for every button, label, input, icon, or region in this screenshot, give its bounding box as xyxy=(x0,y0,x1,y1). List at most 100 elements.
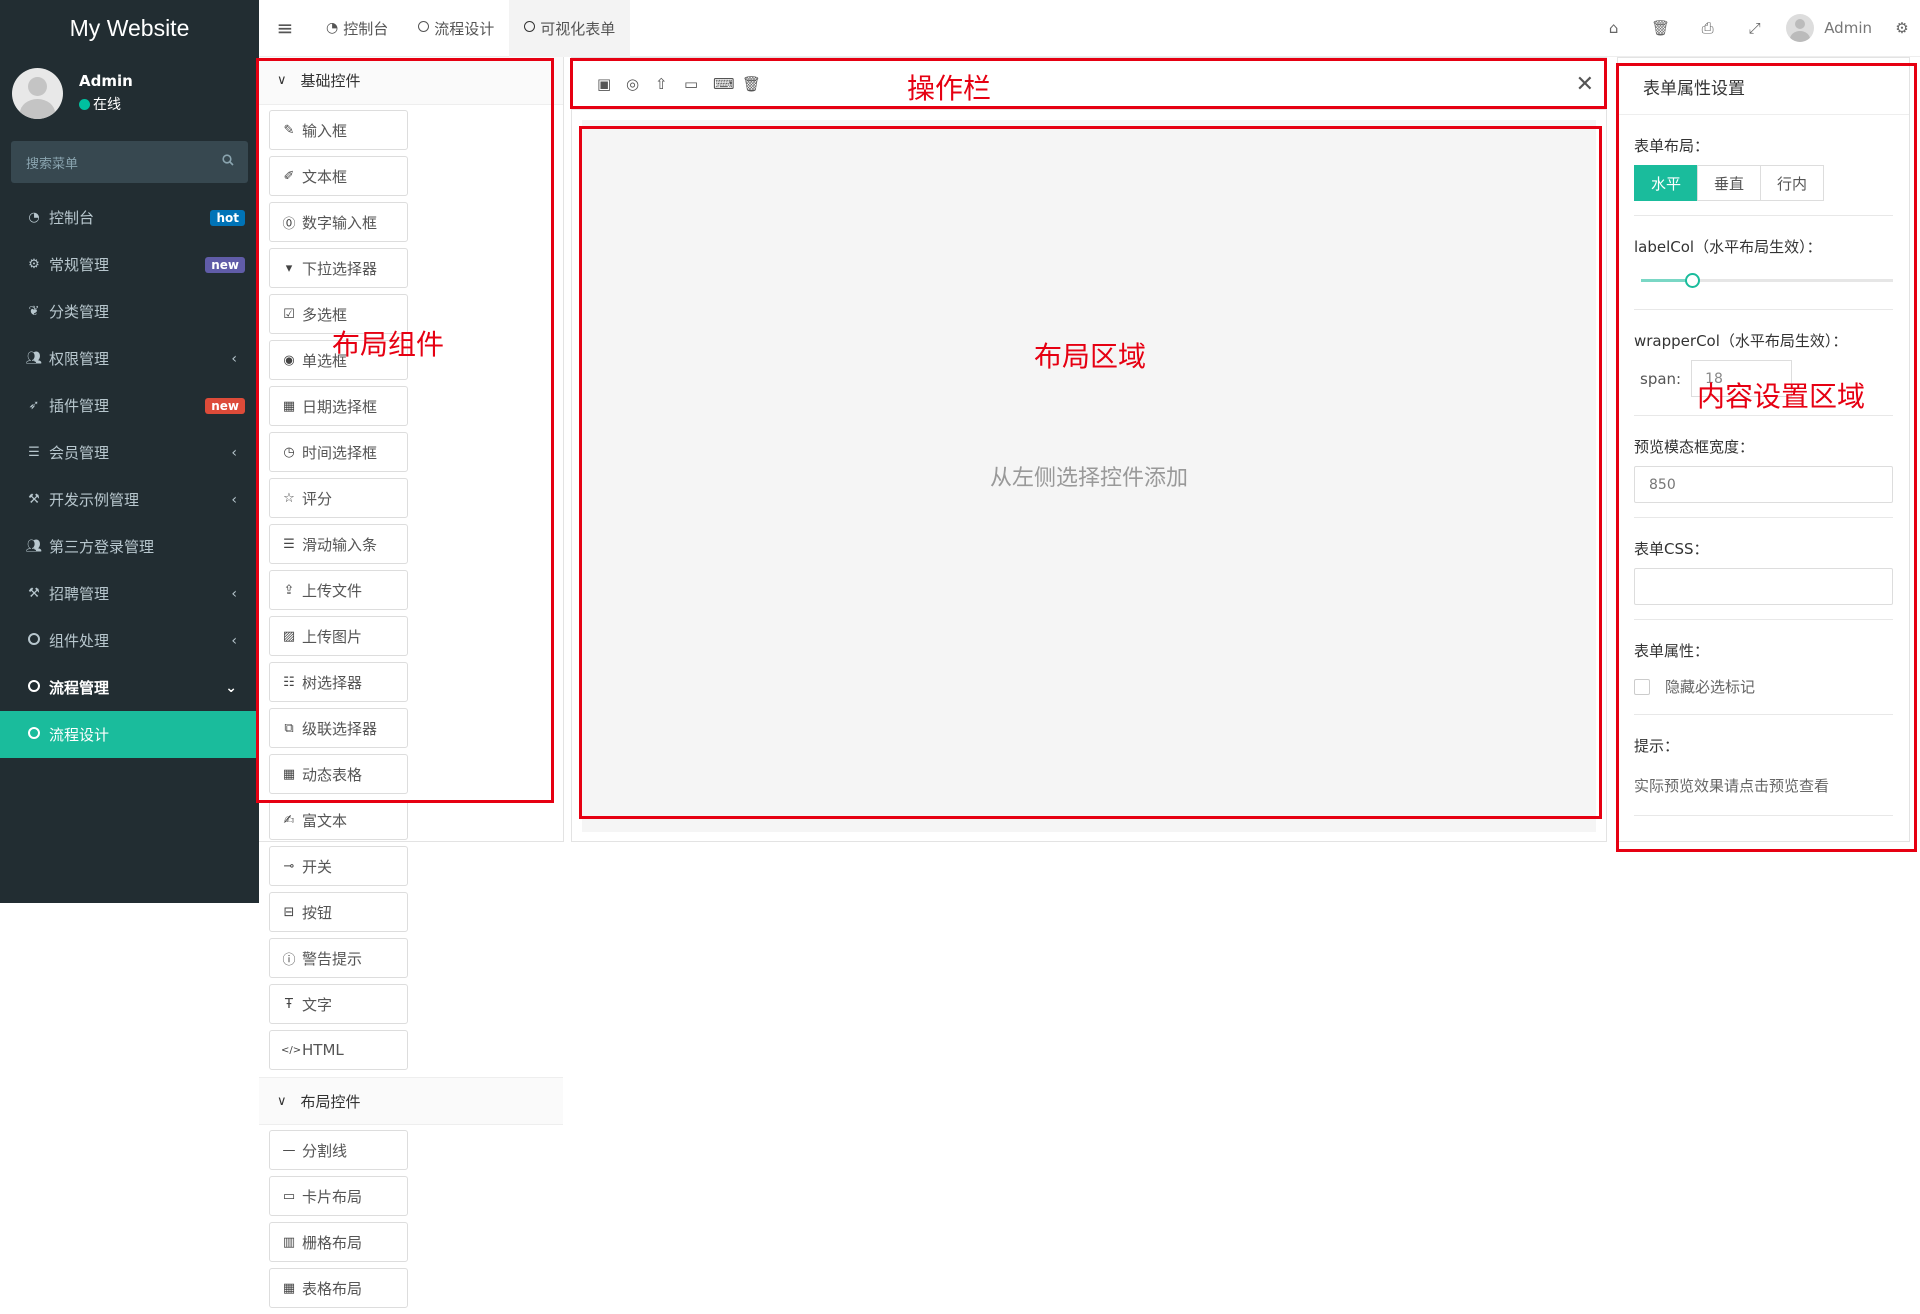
tab-process-design[interactable]: 流程设计 xyxy=(403,0,509,57)
component-label: HTML xyxy=(302,1041,344,1059)
sidebar-item-7[interactable]: 👥︎ 第三方登录管理 xyxy=(0,523,259,570)
sidebar-item-label: 开发示例管理 xyxy=(49,491,140,509)
sidebar-item-0[interactable]: ◔ 控制台 hot xyxy=(0,194,259,241)
component-button-button[interactable]: ⊟ 按钮 xyxy=(269,892,408,932)
sidebar-item-label: 第三方登录管理 xyxy=(49,538,155,556)
sidebar-item-3[interactable]: 👥︎ 权限管理 ‹ xyxy=(0,335,259,382)
annotation-box-components xyxy=(256,58,554,803)
sidebar-item-label: 分类管理 xyxy=(49,303,110,321)
group-title: 布局控件 xyxy=(300,1092,361,1111)
layout-controls-header[interactable]: ∨ 布局控件 xyxy=(259,1077,563,1125)
grid-layout-icon: ▥ xyxy=(282,1234,296,1250)
sidebar-item-2[interactable]: ❦ 分类管理 xyxy=(0,288,259,335)
alert-icon: ⓘ xyxy=(282,952,296,968)
sidebar: My Website Admin 在线 搜索菜单 ◔ 控制台 hot ⚙ 常规管理 new… xyxy=(0,0,259,903)
button-icon: ⊟ xyxy=(283,904,295,920)
sidebar-item-4[interactable]: ➶ 插件管理 new xyxy=(0,382,259,429)
search-placeholder: 搜索菜单 xyxy=(26,156,79,172)
chevron-down-icon: ∨ xyxy=(277,1093,287,1109)
list-icon: ☰ xyxy=(28,445,40,460)
trash-icon[interactable]: 🗑︎ xyxy=(1637,19,1684,37)
component-alert-button[interactable]: ⓘ 警告提示 xyxy=(269,938,408,978)
annotation-label-toolbar: 操作栏 xyxy=(907,72,992,105)
component-table-layout-button[interactable]: ▦ 表格布局 xyxy=(269,1268,408,1308)
component-label: 分割线 xyxy=(302,1141,348,1160)
settings-icon[interactable]: ⚙ xyxy=(1884,19,1920,37)
user-panel: Admin 在线 xyxy=(0,57,259,129)
circle-icon xyxy=(524,20,536,36)
component-label: 卡片布局 xyxy=(302,1187,363,1206)
component-label: 开关 xyxy=(302,857,333,876)
circle-icon xyxy=(25,632,43,649)
chevron-icon: ‹ xyxy=(231,632,237,649)
component-text-button[interactable]: Ŧ 文字 xyxy=(269,984,408,1024)
switch-icon: ⊸ xyxy=(283,858,295,874)
tab-label: 可视化表单 xyxy=(540,19,616,38)
topbar-user-menu[interactable]: Admin xyxy=(1786,14,1872,42)
circle-icon xyxy=(25,726,43,743)
top-navbar: ≡ ◔ 控制台 流程设计 可视化表单 ⌂ 🗑︎ ⎙ ⤢ Admin ⚙ xyxy=(259,0,1920,57)
component-label: 表格布局 xyxy=(302,1279,363,1298)
component-label: 文字 xyxy=(302,995,333,1014)
tab-label: 控制台 xyxy=(343,19,389,38)
sidebar-item-8[interactable]: ⚒ 招聘管理 ‹ xyxy=(0,570,259,617)
sidebar-menu: ◔ 控制台 hot ⚙ 常规管理 new ❦ 分类管理 👥︎ 权限管理 ‹ ➶ 插件管理 new ☰ 会员管理… xyxy=(0,194,259,758)
sidebar-item-6[interactable]: ⚒ 开发示例管理 ‹ xyxy=(0,476,259,523)
sidebar-item-label: 常规管理 xyxy=(49,256,110,274)
annotation-box-layout-area xyxy=(579,126,1602,819)
annotation-label-settings: 内容设置区域 xyxy=(1697,380,1866,413)
component-rich-text-button[interactable]: ✍ 富文本 xyxy=(269,800,408,840)
component-card-layout-button[interactable]: ▭ 卡片布局 xyxy=(269,1176,408,1216)
users-icon: 👥︎ xyxy=(25,539,43,554)
sidebar-item-11[interactable]: 流程设计 xyxy=(0,711,259,758)
component-html-button[interactable]: </> HTML xyxy=(269,1030,408,1070)
annotation-label-components: 布局组件 xyxy=(332,328,445,361)
home-icon[interactable]: ⌂ xyxy=(1590,19,1637,37)
sidebar-item-5[interactable]: ☰ 会员管理 ‹ xyxy=(0,429,259,476)
chevron-icon: ⌄ xyxy=(225,679,237,696)
tab-dashboard[interactable]: ◔ 控制台 xyxy=(311,0,403,57)
menu-search-input[interactable]: 搜索菜单 xyxy=(11,141,248,183)
layout-controls-grid: — 分割线 ▭ 卡片布局 ▥ 栅格布局 ▦ 表格布局 xyxy=(259,1125,563,1314)
search-icon[interactable] xyxy=(222,154,234,170)
sidebar-item-label: 控制台 xyxy=(49,209,95,227)
user-name: Admin xyxy=(79,72,133,90)
component-grid-layout-button[interactable]: ▥ 栅格布局 xyxy=(269,1222,408,1262)
sidebar-item-label: 权限管理 xyxy=(49,350,110,368)
sidebar-item-9[interactable]: 组件处理 ‹ xyxy=(0,617,259,664)
fullscreen-icon[interactable]: ⤢ xyxy=(1731,19,1778,37)
tab-label: 流程设计 xyxy=(434,19,495,38)
avatar xyxy=(12,67,63,119)
dashboard-icon: ◔ xyxy=(326,20,339,36)
dashboard-icon: ◔ xyxy=(28,210,40,225)
menu-badge: new xyxy=(205,256,245,273)
component-divider-button[interactable]: — 分割线 xyxy=(269,1130,408,1170)
circle-icon xyxy=(418,20,430,36)
sidebar-item-1[interactable]: ⚙ 常规管理 new xyxy=(0,241,259,288)
chevron-icon: ‹ xyxy=(231,491,237,508)
chevron-icon: ‹ xyxy=(231,585,237,602)
magic-icon: ⚒ xyxy=(28,586,40,601)
annotation-box-settings xyxy=(1616,63,1917,852)
annotation-label-layout-area: 布局区域 xyxy=(1034,340,1147,373)
sidebar-item-label: 流程管理 xyxy=(49,679,110,697)
status-text: 在线 xyxy=(93,97,121,113)
magic-icon: ⚒ xyxy=(28,492,40,507)
hamburger-icon[interactable]: ≡ xyxy=(259,16,311,40)
leaf-icon: ❦ xyxy=(28,304,40,319)
sidebar-item-10[interactable]: 流程管理 ⌄ xyxy=(0,664,259,711)
component-switch-button[interactable]: ⊸ 开关 xyxy=(269,846,408,886)
translate-icon[interactable]: ⎙ xyxy=(1684,19,1731,37)
component-label: 警告提示 xyxy=(302,949,363,968)
online-dot-icon xyxy=(79,98,90,110)
tab-visual-form[interactable]: 可视化表单 xyxy=(509,0,631,57)
avatar xyxy=(1786,14,1815,42)
brand-logo[interactable]: My Website xyxy=(0,0,259,57)
menu-badge: new xyxy=(205,397,245,414)
circle-icon xyxy=(25,679,43,696)
text-icon: Ŧ xyxy=(285,996,293,1012)
chevron-icon: ‹ xyxy=(231,444,237,461)
component-label: 富文本 xyxy=(302,811,348,830)
rich-text-icon: ✍ xyxy=(283,812,295,828)
cogs-icon: ⚙ xyxy=(28,257,40,272)
